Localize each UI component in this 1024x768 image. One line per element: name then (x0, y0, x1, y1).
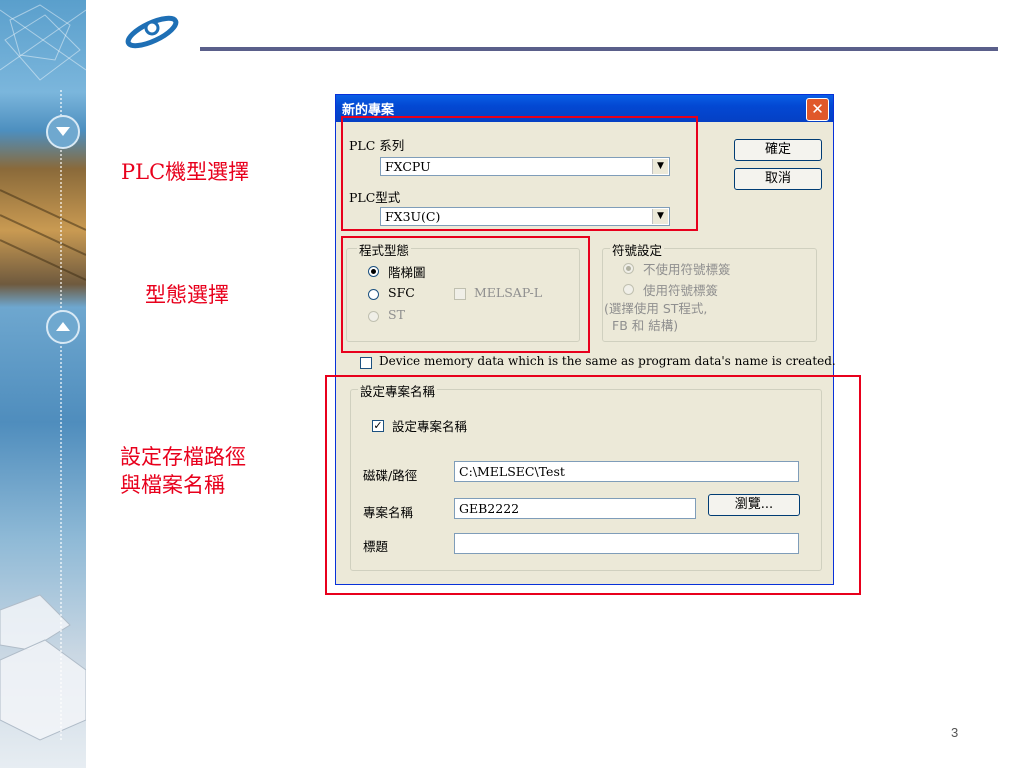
device-memory-label: Device memory data which is the same as … (379, 354, 836, 368)
chevron-up-icon (46, 310, 80, 344)
annotation-type-select: 型態選擇 (145, 283, 229, 307)
ok-button[interactable]: 確定 (734, 139, 822, 161)
annotation-path-line1: 設定存檔路徑 (120, 445, 246, 469)
highlight-plc-model (341, 116, 698, 231)
annotation-path-line2: 與檔案名稱 (120, 473, 225, 497)
cancel-button[interactable]: 取消 (734, 168, 822, 190)
close-button[interactable]: ✕ (806, 98, 829, 121)
sidebar-decoration (0, 4, 86, 741)
label-settings-note2: FB 和 結構) (612, 318, 679, 333)
radio-use-label[interactable] (623, 284, 634, 295)
radio-use-label-text: 使用符號標簽 (643, 283, 719, 298)
device-memory-checkbox[interactable] (360, 357, 372, 369)
radio-no-label[interactable] (623, 263, 634, 274)
sidebar-dotted-line (60, 90, 63, 740)
highlight-program-type (341, 236, 590, 353)
label-settings-legend: 符號設定 (610, 240, 665, 259)
radio-no-label-text: 不使用符號標簽 (643, 262, 731, 277)
annotation-plc-model: PLC機型選擇 (121, 160, 250, 184)
logo-icon (125, 15, 179, 49)
header-divider (200, 47, 998, 51)
page-number: 3 (951, 725, 959, 740)
chevron-down-icon (46, 115, 80, 149)
highlight-project-path (325, 375, 861, 595)
decorative-sidebar (0, 0, 86, 768)
